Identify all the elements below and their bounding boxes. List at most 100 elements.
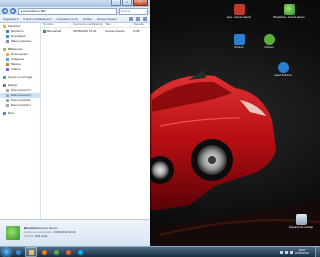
nav-item-label: Bibliotecas <box>8 47 23 51</box>
clock-date: 23/05/2010 <box>295 251 309 255</box>
search-input[interactable]: Buscar ⌕ <box>119 7 148 15</box>
clock[interactable]: 18:07 23/05/2010 <box>295 248 309 256</box>
file-list: Nombre Fecha de modificación Tipo Tamaño… <box>41 22 150 219</box>
nav-item-label: Equipo <box>8 83 18 87</box>
column-type[interactable]: Tipo <box>103 22 132 27</box>
drive-icon <box>6 99 9 102</box>
preview-pane-icon[interactable] <box>136 16 140 21</box>
star-icon <box>3 25 6 28</box>
media-player-icon <box>41 249 47 255</box>
desktop-icon-utorrent[interactable]: uTorrent <box>252 34 286 49</box>
include-library-button[interactable]: Incluir en biblioteca ▾ <box>24 17 52 21</box>
column-date[interactable]: Fecha de modificación <box>71 22 104 27</box>
start-button[interactable] <box>2 247 11 257</box>
maximize-button[interactable]: □ <box>122 0 132 6</box>
column-name[interactable]: Nombre <box>41 22 72 27</box>
recent-icon <box>6 40 9 43</box>
taskbar-app-media-player[interactable] <box>39 248 49 256</box>
nav-item-label: Música <box>11 62 21 66</box>
navigation-pane: Favoritos Escritorio Descargas Sitios recie… <box>0 22 41 221</box>
nav-item-label: Imágenes <box>11 57 25 61</box>
computer-icon <box>3 84 6 87</box>
firefox-icon <box>65 249 71 255</box>
desktop-icon-bloodshed[interactable]: Bloodshed - Acceso directo <box>272 4 306 19</box>
shortcut-icon <box>43 29 46 33</box>
drive-icon <box>6 89 9 92</box>
nav-item-label: Red <box>8 111 14 115</box>
window-titlebar[interactable]: – □ ✕ <box>0 0 150 7</box>
download-icon <box>6 35 9 38</box>
chrome-icon <box>53 249 59 255</box>
bloodshed-icon <box>6 226 20 240</box>
internet-explorer-icon <box>15 249 21 255</box>
column-headers: Nombre Fecha de modificación Tipo Tamaño <box>41 22 150 28</box>
search-placeholder: Buscar <box>121 8 131 13</box>
nav-item[interactable]: Sitios recientes <box>0 39 40 44</box>
nav-item[interactable]: Grupo en el hogar <box>0 75 40 80</box>
nav-item-label: Disco local (D:) <box>11 93 32 97</box>
details-size-label: Tamaño: <box>24 234 35 238</box>
file-size: 2 KB <box>133 29 140 33</box>
drive-icon <box>6 94 9 97</box>
desktop-icon-avast[interactable]: avast! Antivirus <box>266 62 300 77</box>
nav-item-label: Disco local (F:) <box>11 103 32 107</box>
utorrent-icon <box>263 34 275 45</box>
file-type: Acceso directo <box>105 29 125 33</box>
recycle-bin-icon <box>295 214 307 225</box>
network-icon[interactable] <box>285 250 288 254</box>
music-icon <box>6 63 9 66</box>
pictures-icon <box>6 58 9 61</box>
desktop-icon-ares[interactable]: ares - Acceso directo <box>222 4 256 19</box>
volume-icon[interactable] <box>290 250 293 254</box>
skype-icon <box>77 249 83 255</box>
taskbar-app-chrome[interactable] <box>51 248 61 256</box>
view-options-icon[interactable] <box>129 16 133 21</box>
tray-arrow-icon[interactable] <box>280 250 283 254</box>
burn-button[interactable]: Grabar <box>83 17 92 21</box>
taskbar-app-skype[interactable] <box>75 248 85 256</box>
taskbar-app-firefox[interactable] <box>63 248 73 256</box>
minimize-button[interactable]: – <box>111 0 121 6</box>
desktop-icon-recycle-bin[interactable]: Papelera de reciclaje <box>284 214 318 229</box>
library-icon <box>3 48 6 51</box>
file-name: Bloodshed <box>41 29 71 34</box>
homegroup-icon <box>3 76 6 79</box>
desktop-icon-dropbox[interactable]: dropbox <box>222 34 256 49</box>
taskbar-app-ie[interactable] <box>13 248 23 256</box>
nav-item-label: Disco local (E:) <box>11 98 32 102</box>
column-size[interactable]: Tamaño <box>131 22 150 27</box>
taskbar: 18:07 23/05/2010 <box>0 246 320 257</box>
new-folder-button[interactable]: Nueva carpeta <box>97 17 117 21</box>
address-row: ◀ ▶ ▸ Respaldos ▸ Bkn Buscar ⌕ <box>0 7 150 15</box>
details-modified: 23/05/2010 13:40 <box>53 230 76 234</box>
address-bar[interactable]: ▸ Respaldos ▸ Bkn <box>18 7 117 15</box>
nav-item[interactable]: Red <box>0 111 40 116</box>
nav-item-label: Favoritos <box>8 24 21 28</box>
details-size: 862 bytes <box>35 234 48 238</box>
nav-item[interactable]: Disco local (F:) <box>0 103 40 108</box>
back-button[interactable]: ◀ <box>2 8 8 14</box>
explorer-window[interactable]: – □ ✕ ◀ ▶ ▸ Respaldos ▸ Bkn Buscar ⌕ Org… <box>0 0 150 247</box>
network-icon <box>3 112 6 115</box>
nav-item-label: Descargas <box>11 34 26 38</box>
nav-item-label: Vídeos <box>11 67 21 71</box>
organize-button[interactable]: Organizar ▾ <box>3 17 19 21</box>
system-tray: 18:07 23/05/2010 <box>280 248 309 256</box>
nav-item-label: Escritorio <box>11 29 24 33</box>
nav-item-label: Disco local (C:) <box>11 88 32 92</box>
bloodshed-icon <box>283 4 295 15</box>
video-icon <box>6 68 9 71</box>
help-icon[interactable] <box>143 16 147 21</box>
forward-button[interactable]: ▶ <box>10 8 16 14</box>
nav-item[interactable]: Vídeos <box>0 67 40 72</box>
explorer-folder-icon <box>28 249 34 255</box>
ares-icon <box>233 4 245 15</box>
nav-item-label: Grupo en el hogar <box>8 75 33 79</box>
share-with-button[interactable]: Compartir con ▾ <box>57 17 78 21</box>
file-row[interactable]: Bloodshed 23/05/2010 13:40 Acceso direct… <box>41 29 150 34</box>
desktop-icon <box>6 30 9 33</box>
nav-item-label: Documentos <box>11 52 28 56</box>
avast-icon <box>277 62 289 73</box>
close-button[interactable]: ✕ <box>133 0 148 6</box>
search-icon: ⌕ <box>145 8 147 13</box>
